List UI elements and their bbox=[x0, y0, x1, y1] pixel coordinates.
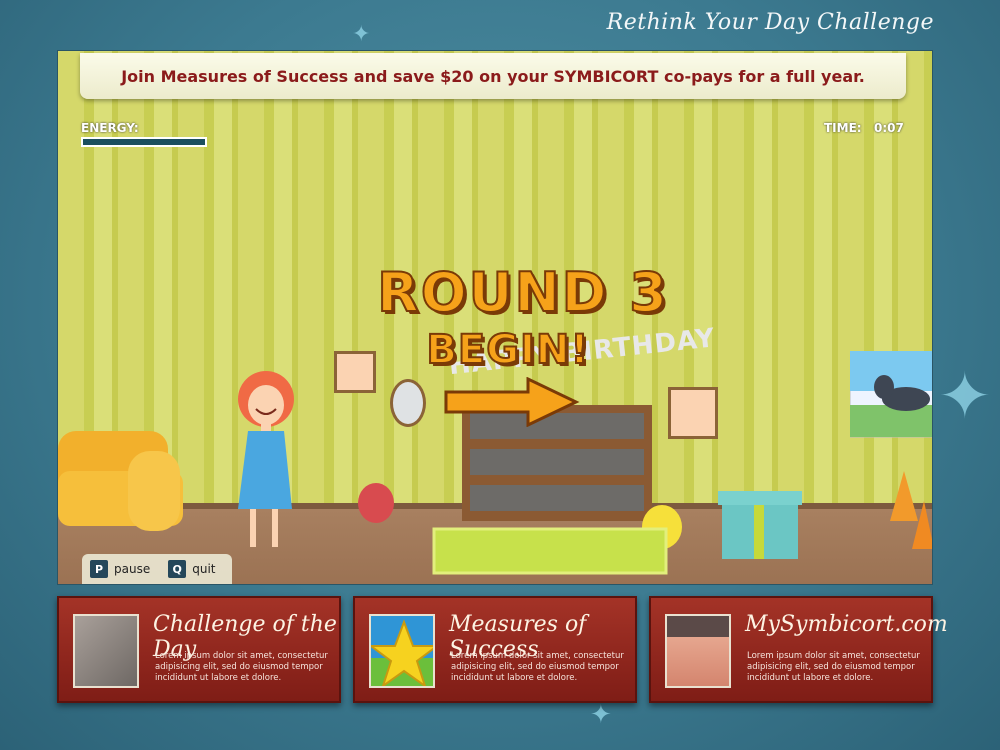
arrow-right-icon bbox=[444, 377, 580, 427]
time-value: 0:07 bbox=[874, 121, 904, 135]
brand-title: Rethink Your Day Challenge bbox=[606, 10, 934, 35]
round-title: ROUND 3 bbox=[376, 260, 669, 325]
card-image-challenge bbox=[73, 614, 139, 688]
control-hints: P pause Q quit bbox=[82, 554, 232, 584]
promo-text: Join Measures of Success and save $20 on… bbox=[121, 66, 865, 86]
card-image-person bbox=[665, 614, 731, 688]
energy-bar bbox=[81, 137, 207, 147]
character-woman bbox=[238, 371, 294, 547]
gift-box bbox=[718, 491, 802, 559]
pause-label[interactable]: pause bbox=[114, 562, 150, 576]
card-body: Lorem ipsum dolor sit amet, consectetur … bbox=[155, 651, 328, 683]
portrait-frame-dog bbox=[390, 379, 426, 427]
card-measures-of-success[interactable]: Measures of Success Lorem ipsum dolor si… bbox=[353, 596, 637, 703]
round-begin: BEGIN! bbox=[425, 326, 590, 374]
sparkle-icon: ✦ bbox=[590, 700, 612, 730]
energy-fill bbox=[83, 139, 205, 145]
pause-key[interactable]: P bbox=[90, 560, 108, 578]
card-challenge-of-the-day[interactable]: Challenge of the Day Lorem ipsum dolor s… bbox=[57, 596, 341, 703]
star-icon bbox=[371, 619, 433, 686]
card-title[interactable]: MySymbicort.com bbox=[745, 612, 948, 637]
game-canvas[interactable]: Join Measures of Success and save $20 on… bbox=[57, 50, 933, 585]
card-image-star bbox=[369, 614, 435, 688]
portrait-frame-girl bbox=[668, 387, 718, 439]
energy-label: ENERGY: bbox=[81, 121, 139, 135]
sparkle-icon: ✦ bbox=[352, 22, 371, 47]
party-hats bbox=[890, 471, 932, 549]
promo-banner[interactable]: Join Measures of Success and save $20 on… bbox=[80, 53, 906, 99]
card-body: Lorem ipsum dolor sit amet, consectetur … bbox=[451, 651, 624, 683]
card-mysymbicort[interactable]: MySymbicort.com Lorem ipsum dolor sit am… bbox=[649, 596, 948, 703]
balloon-red bbox=[358, 483, 394, 523]
rug bbox=[432, 527, 668, 575]
quit-label[interactable]: quit bbox=[192, 562, 215, 576]
quit-key[interactable]: Q bbox=[168, 560, 187, 578]
portrait-frame-boy bbox=[334, 351, 376, 393]
card-body: Lorem ipsum dolor sit amet, consectetur … bbox=[747, 651, 920, 683]
sofa bbox=[58, 431, 183, 531]
time-label: TIME: bbox=[824, 121, 862, 135]
sparkle-icon: ✦ bbox=[938, 360, 992, 434]
donkey-poster bbox=[850, 351, 932, 438]
